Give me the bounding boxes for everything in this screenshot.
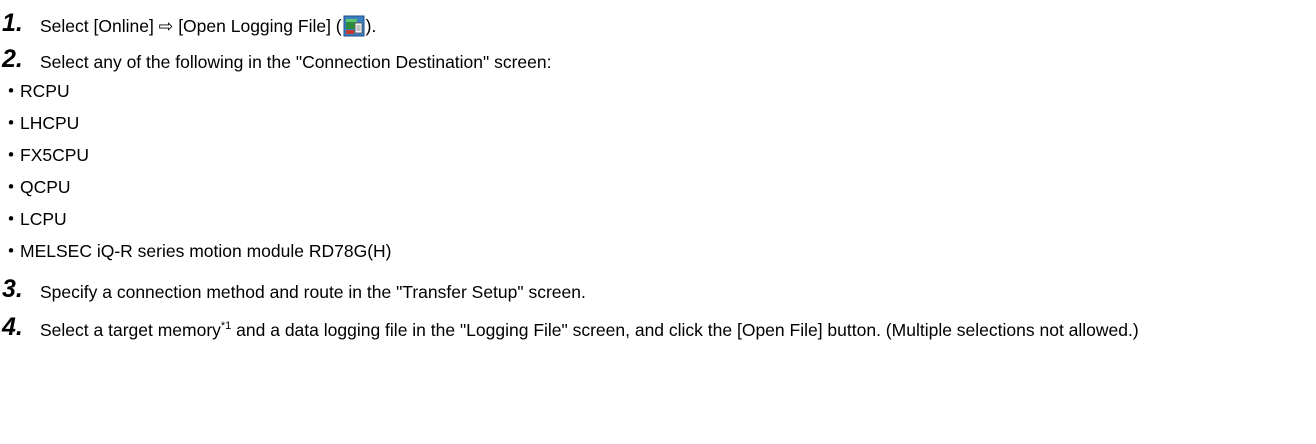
bullet-dot: ・ (2, 145, 20, 165)
step-text-post: ). (365, 16, 377, 36)
list-item-text: RCPU (20, 81, 70, 101)
logging-file-icon (343, 15, 365, 37)
step-number: 4. (2, 313, 23, 341)
list-item: ・RCPU (2, 80, 70, 102)
list-item: ・LHCPU (2, 112, 79, 134)
step-text: Select any of the following in the "Conn… (40, 52, 552, 72)
step-text: Select [Online] ⇨ [Open Logging File] ( … (40, 11, 1312, 42)
step-number: 2. (2, 45, 23, 73)
list-item-text: FX5CPU (20, 145, 90, 165)
step-text-pre: Select a target memory (40, 320, 221, 340)
step-text: Specify a connection method and route in… (40, 282, 586, 302)
list-item-text: LHCPU (20, 113, 80, 133)
step-number: 3. (2, 275, 23, 303)
list-item: ・MELSEC iQ-R series motion module RD78G(… (2, 240, 392, 262)
list-item: ・QCPU (2, 176, 71, 198)
step-text-post: and a data logging file in the "Logging … (231, 320, 1139, 340)
list-item: ・LCPU (2, 208, 67, 230)
bullet-dot: ・ (2, 241, 20, 261)
list-item-text: QCPU (20, 177, 71, 197)
step-number: 1. (2, 9, 23, 37)
bullet-dot: ・ (2, 81, 20, 101)
bullet-dot: ・ (2, 177, 20, 197)
list-item-text: LCPU (20, 209, 67, 229)
list-item-text: MELSEC iQ-R series motion module RD78G(H… (20, 241, 392, 261)
step-text: Select a target memory*1 and a data logg… (40, 315, 1312, 346)
bullet-dot: ・ (2, 209, 20, 229)
bullet-dot: ・ (2, 113, 20, 133)
list-item: ・FX5CPU (2, 144, 89, 166)
step-text-pre: Select [Online] ⇨ [Open Logging File] ( (40, 16, 342, 36)
footnote-ref: *1 (220, 320, 232, 332)
